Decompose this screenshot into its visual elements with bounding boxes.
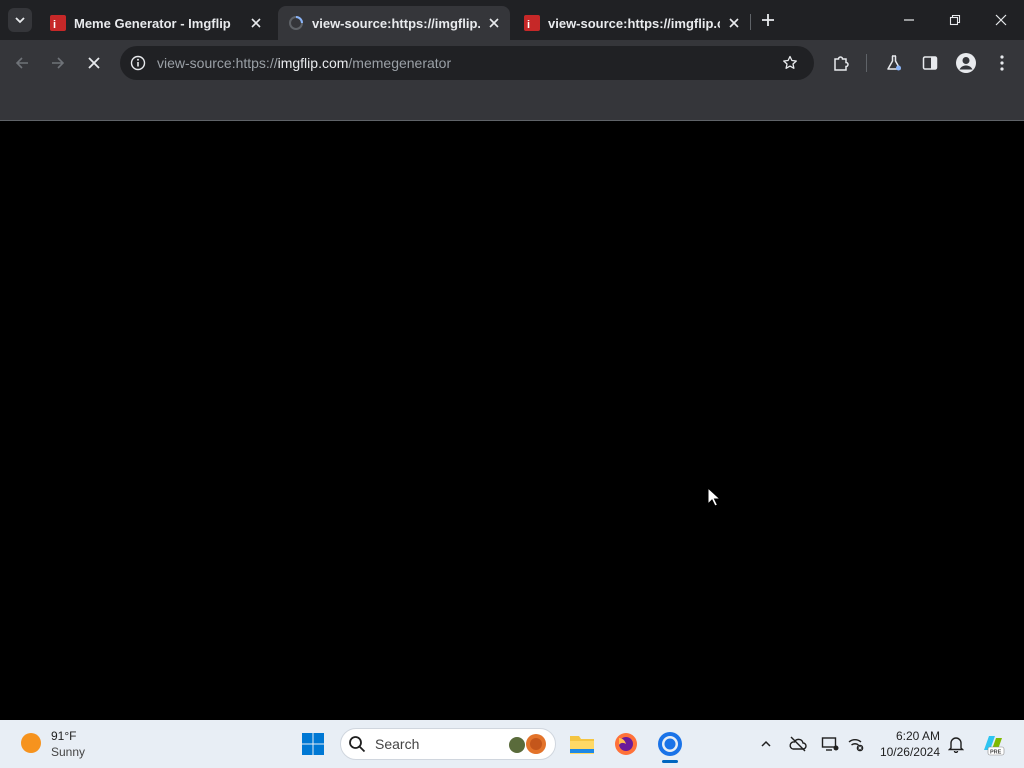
search-icon: [349, 736, 366, 753]
avatar-icon: [956, 53, 976, 73]
back-button[interactable]: [10, 51, 34, 75]
svg-text:i: i: [53, 19, 56, 31]
taskbar-search-placeholder: Search: [375, 736, 420, 752]
arrow-right-icon: [52, 57, 65, 69]
labs-button[interactable]: [883, 52, 905, 74]
site-info-icon[interactable]: [128, 53, 148, 73]
weather-description[interactable]: Sunny: [51, 745, 85, 759]
folder-icon: [570, 736, 594, 754]
loading-spinner-icon: [289, 16, 303, 30]
profile-button[interactable]: [955, 52, 977, 74]
restore-button[interactable]: [932, 0, 978, 40]
tab-meme-generator[interactable]: i Meme Generator - Imgflip: [40, 6, 272, 40]
search-highlight-icon: [509, 734, 546, 754]
network-disconnected-icon: [848, 739, 864, 752]
clock-date[interactable]: 10/26/2024: [870, 745, 940, 759]
svg-text:i: i: [527, 19, 530, 31]
file-explorer-app[interactable]: [568, 730, 596, 758]
tab-separator: [750, 14, 751, 30]
mouse-cursor-icon: [707, 487, 721, 507]
notifications-button[interactable]: [946, 734, 966, 754]
flask-icon: [887, 55, 901, 71]
extensions-button[interactable]: [830, 52, 852, 74]
show-hidden-icons-button[interactable]: [756, 734, 776, 754]
kebab-menu-icon: [1000, 55, 1004, 71]
plus-icon: [762, 14, 774, 26]
star-icon: [783, 55, 797, 69]
close-icon: [729, 18, 739, 28]
restore-icon: [949, 14, 961, 26]
url-path: /memegenerator: [348, 55, 452, 71]
chrome-app[interactable]: [656, 730, 684, 758]
arrow-left-icon: [15, 57, 28, 69]
browser-menu-button[interactable]: [991, 52, 1013, 74]
onedrive-tray-icon[interactable]: [788, 734, 808, 754]
copilot-icon: PRE: [984, 736, 1005, 756]
sun-icon[interactable]: [21, 733, 41, 753]
puzzle-icon: [834, 56, 849, 71]
firefox-app[interactable]: [612, 730, 640, 758]
close-icon: [251, 18, 261, 28]
cloud-off-icon: [789, 736, 807, 752]
page-content[interactable]: [0, 121, 1024, 720]
tab-title: Meme Generator - Imgflip: [74, 15, 231, 31]
new-tab-button[interactable]: [758, 10, 778, 30]
windows-start-icon[interactable]: [301, 732, 325, 756]
display-tray-icon[interactable]: [820, 734, 840, 754]
close-icon: [489, 18, 499, 28]
network-tray-icon[interactable]: [846, 734, 866, 754]
chevron-down-icon: [15, 17, 25, 24]
bookmark-star-button[interactable]: [780, 53, 800, 73]
close-window-button[interactable]: [978, 0, 1024, 40]
tab-close-button[interactable]: [486, 15, 502, 31]
tab-close-button[interactable]: [726, 15, 742, 31]
stop-loading-button[interactable]: [82, 51, 106, 75]
tab-search-button[interactable]: [8, 8, 32, 32]
firefox-icon: [615, 733, 637, 755]
copilot-button[interactable]: PRE: [981, 732, 1005, 756]
svg-text:PRE: PRE: [990, 750, 1002, 756]
info-icon: [130, 55, 146, 71]
chevron-up-icon: [761, 740, 771, 747]
address-bar-url[interactable]: view-source:https://imgflip.com/memegene…: [157, 55, 451, 71]
toolbar-separator: [866, 54, 867, 72]
weather-temperature[interactable]: 91°F: [51, 729, 76, 743]
tab-view-source-active[interactable]: view-source:https://imgflip.com: [278, 6, 510, 40]
side-panel-icon: [922, 56, 938, 70]
clock-time[interactable]: 6:20 AM: [880, 729, 940, 743]
close-icon: [88, 57, 100, 69]
minimize-button[interactable]: [886, 0, 932, 40]
url-host: imgflip.com: [277, 55, 349, 71]
monitor-icon: [821, 737, 839, 751]
close-icon: [995, 14, 1007, 26]
bell-icon: [948, 737, 964, 753]
url-prefix: view-source:https://: [157, 55, 278, 71]
tab-title: view-source:https://imgflip.com: [312, 15, 480, 31]
imgflip-favicon: i: [50, 15, 66, 31]
active-app-indicator: [662, 760, 678, 763]
minimize-icon: [904, 19, 914, 21]
tab-close-button[interactable]: [248, 15, 264, 31]
imgflip-favicon: i: [524, 15, 540, 31]
side-panel-button[interactable]: [919, 52, 941, 74]
bookmarks-bar: [0, 85, 1024, 121]
tab-view-source[interactable]: i view-source:https://imgflip.com: [514, 6, 750, 40]
chrome-icon: [658, 732, 682, 756]
tab-title: view-source:https://imgflip.com: [548, 15, 720, 31]
forward-button[interactable]: [46, 51, 70, 75]
